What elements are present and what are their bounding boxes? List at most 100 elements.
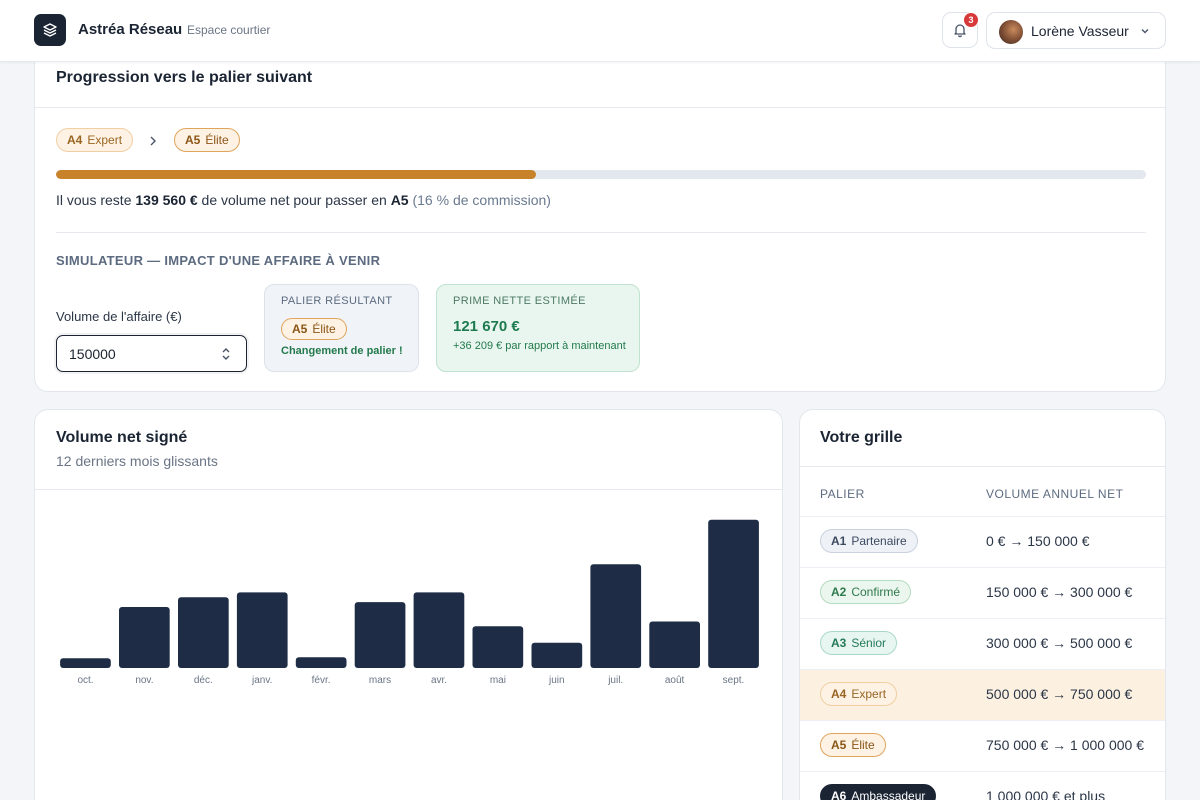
- bar-11[interactable]: [708, 519, 759, 668]
- resulting-tier-box: PALIER RÉSULTANT A5 Élite Changement de …: [264, 284, 419, 372]
- x-tick-label: janv.: [251, 675, 272, 686]
- column-header-tier: PALIER: [820, 487, 865, 501]
- volume-chart-card: Volume net signé 12 derniers mois glissa…: [34, 409, 783, 800]
- tier-name: Ambassadeur: [851, 789, 926, 800]
- bar-7[interactable]: [472, 626, 524, 668]
- x-tick-label: févr.: [312, 675, 331, 686]
- user-name: Lorène Vasseur: [1031, 23, 1129, 39]
- simulator-title: SIMULATEUR — IMPACT D'UNE AFFAIRE À VENI…: [56, 253, 381, 268]
- progress-bar-fill: [56, 170, 536, 179]
- remaining-amount: 139 560 €: [135, 192, 198, 208]
- tier-volume-range: 150 000 € → 300 000 €: [986, 584, 1133, 600]
- bar-8[interactable]: [531, 642, 583, 668]
- progress-bar: [56, 170, 1146, 179]
- tier-grid-card: Votre grille PALIER VOLUME ANNUEL NET A1…: [799, 409, 1166, 800]
- table-row: A2 Confirmé 150 000 € → 300 000 €: [800, 567, 1165, 618]
- table-row: A5 Élite 750 000 € → 1 000 000 €: [800, 720, 1165, 771]
- tier-badge: A6 Ambassadeur: [820, 784, 937, 800]
- tier-code: A2: [831, 585, 847, 599]
- x-tick-label: avr.: [431, 675, 447, 686]
- tier-name: Partenaire: [851, 534, 907, 548]
- tier-code: A5: [185, 133, 201, 147]
- x-tick-label: oct.: [77, 675, 93, 686]
- tier-name: Expert: [87, 133, 123, 147]
- chevron-down-icon: [1141, 29, 1149, 34]
- volume-label: Volume de l'affaire (€): [56, 309, 182, 324]
- tier-change-notice: Changement de palier !: [281, 345, 403, 357]
- bar-4[interactable]: [295, 657, 347, 668]
- chart-subtitle: 12 derniers mois glissants: [56, 453, 218, 469]
- x-tick-label: mai: [490, 675, 506, 686]
- remaining-volume-text: Il vous reste 139 560 € de volume net po…: [56, 192, 551, 208]
- bar-0[interactable]: [60, 658, 111, 668]
- notification-count-badge: 3: [963, 12, 979, 28]
- brand-name: Astréa Réseau: [78, 21, 183, 38]
- x-tick-label: nov.: [135, 675, 153, 686]
- progress-title: Progression vers le palier suivant: [56, 69, 313, 86]
- remaining-middle: de volume net pour passer en: [197, 192, 391, 208]
- remaining-prefix: Il vous reste: [56, 192, 136, 208]
- column-header-volume: VOLUME ANNUEL NET: [986, 487, 1124, 501]
- tier-name: Expert: [851, 687, 887, 701]
- resulting-tier-badge: A5 Élite: [281, 318, 347, 340]
- divider: [800, 466, 1165, 467]
- tier-code: A3: [831, 636, 847, 650]
- x-tick-label: juil.: [607, 675, 623, 686]
- current-tier-badge: A4 Expert: [56, 128, 134, 152]
- bar-3[interactable]: [236, 592, 288, 668]
- resulting-tier-caption: PALIER RÉSULTANT: [281, 295, 393, 307]
- estimated-bonus-amount: 121 670 €: [453, 318, 520, 335]
- table-row: A4 Expert 500 000 € → 750 000 €: [800, 669, 1165, 720]
- brand-subtitle: Espace courtier: [187, 23, 271, 37]
- user-menu-button[interactable]: Lorène Vasseur: [986, 12, 1166, 49]
- tier-code: A1: [831, 534, 847, 548]
- table-row: A3 Sénior 300 000 € → 500 000 €: [800, 618, 1165, 669]
- bar-2[interactable]: [178, 597, 229, 668]
- bar-5[interactable]: [354, 602, 406, 668]
- tier-volume-range: 500 000 € → 750 000 €: [986, 686, 1133, 702]
- remaining-note: (16 % de commission): [408, 192, 551, 208]
- tier-code: A6: [831, 789, 847, 800]
- tier-code: A5: [831, 738, 847, 752]
- bar-1[interactable]: [119, 607, 170, 668]
- tier-volume-range: 1 000 000 € et plus: [986, 788, 1106, 800]
- tier-volume-range: 300 000 € → 500 000 €: [986, 635, 1133, 651]
- tier-code: A4: [831, 687, 847, 701]
- tier-name: Confirmé: [851, 585, 901, 599]
- tier-name: Élite: [312, 322, 336, 336]
- tier-badge: A4 Expert: [820, 682, 898, 706]
- x-tick-label: mars: [369, 675, 391, 686]
- next-tier-badge: A5 Élite: [174, 128, 240, 152]
- tier-badge: A2 Confirmé: [820, 580, 912, 604]
- x-tick-label: août: [665, 675, 685, 686]
- x-tick-label: sept.: [723, 675, 745, 686]
- top-bar: Astréa Réseau Espace courtier 3 Lorène V…: [0, 0, 1200, 62]
- x-tick-label: déc.: [194, 675, 213, 686]
- avatar: [999, 20, 1023, 44]
- divider: [56, 232, 1146, 233]
- tier-name: Élite: [205, 133, 229, 147]
- tier-name: Élite: [851, 738, 875, 752]
- table-row: A6 Ambassadeur 1 000 000 € et plus: [800, 771, 1165, 800]
- x-tick-label: juin: [548, 675, 565, 686]
- tier-volume-range: 750 000 € → 1 000 000 €: [986, 737, 1145, 753]
- tier-volume-range: 0 € → 150 000 €: [986, 533, 1090, 549]
- divider: [35, 107, 1165, 108]
- deal-volume-input[interactable]: [56, 335, 247, 372]
- tier-name: Sénior: [851, 636, 887, 650]
- estimated-bonus-delta: +36 209 € par rapport à maintenant: [453, 340, 626, 352]
- estimated-bonus-box: PRIME NETTE ESTIMÉE 121 670 € +36 209 € …: [436, 284, 640, 372]
- bar-10[interactable]: [649, 621, 700, 669]
- remaining-tier: A5: [390, 192, 409, 208]
- estimated-bonus-caption: PRIME NETTE ESTIMÉE: [453, 295, 586, 307]
- tier-badge: A3 Sénior: [820, 631, 898, 655]
- layers-icon[interactable]: [34, 14, 66, 46]
- bar-9[interactable]: [590, 564, 642, 668]
- tier-badge: A1 Partenaire: [820, 529, 918, 553]
- number-stepper-icon[interactable]: [221, 345, 231, 363]
- tier-badge: A5 Élite: [820, 733, 886, 757]
- grid-title: Votre grille: [820, 429, 903, 446]
- tier-code: A4: [67, 133, 83, 147]
- bar-6[interactable]: [413, 592, 465, 668]
- volume-bar-chart: oct. nov. déc. janv. févr. mars avr. mai juin jui…: [60, 519, 759, 686]
